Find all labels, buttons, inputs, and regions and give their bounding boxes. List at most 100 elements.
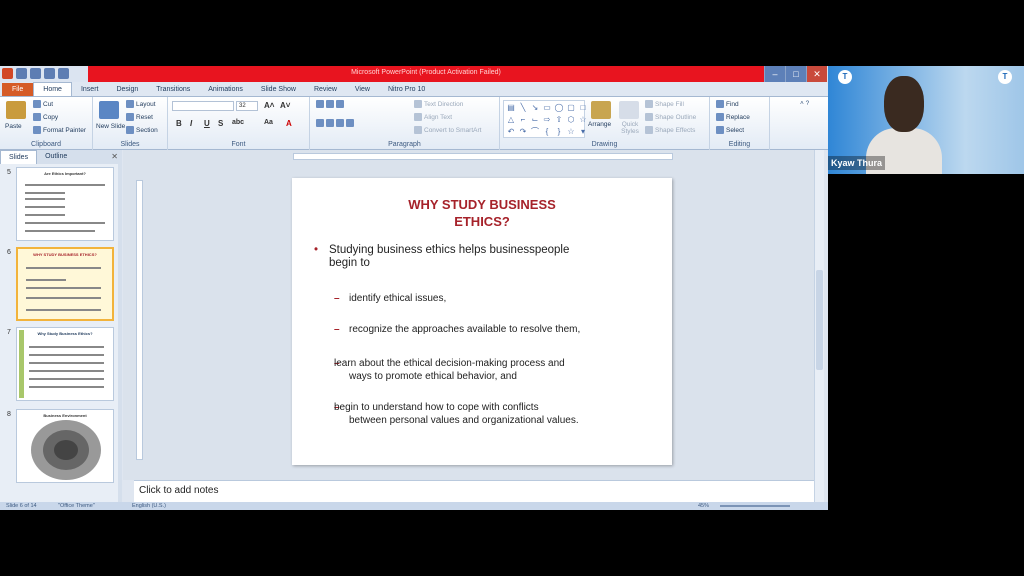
text-line xyxy=(25,222,105,224)
notes-pane[interactable]: Click to add notes xyxy=(134,480,814,502)
shape-fill-label: Shape Fill xyxy=(655,100,684,108)
new-slide-button[interactable]: New Slide xyxy=(96,123,125,130)
connector-shape-icon[interactable]: ⌐ xyxy=(518,115,528,125)
replace-button[interactable]: Replace xyxy=(716,113,750,121)
layout-button[interactable]: Layout xyxy=(126,100,156,108)
ribbon-tabs: File Home Insert Design Transitions Anim… xyxy=(0,82,828,96)
close-pane-icon[interactable]: ✕ xyxy=(111,152,118,161)
slide-title[interactable]: WHY STUDY BUSINESS ETHICS? xyxy=(292,196,672,230)
fill-icon xyxy=(645,100,653,108)
curve-shape-icon[interactable]: ⌒ xyxy=(530,127,540,137)
shadow-button[interactable]: S xyxy=(218,119,223,128)
tab-home[interactable]: Home xyxy=(33,82,72,96)
clipboard-group: Paste Cut Copy Format Painter Clipboard xyxy=(0,97,93,150)
quick-styles-button[interactable]: Quick Styles xyxy=(617,121,643,135)
language[interactable]: English (U.S.) xyxy=(132,502,166,510)
maximize-button[interactable]: □ xyxy=(785,66,806,82)
arrow-shape-icon[interactable]: ⇨ xyxy=(542,115,552,125)
close-button[interactable]: ✕ xyxy=(806,66,827,82)
italic-button[interactable]: I xyxy=(190,119,192,128)
save-icon[interactable] xyxy=(16,68,27,79)
shrink-font-button[interactable]: A˅ xyxy=(280,101,290,110)
shape-fill-button[interactable]: Shape Fill xyxy=(645,100,684,108)
align-text-button[interactable]: Align Text xyxy=(414,113,452,121)
tab-nitro[interactable]: Nitro Pro 10 xyxy=(379,83,434,96)
arrange-icon[interactable] xyxy=(591,101,611,119)
copy-button[interactable]: Copy xyxy=(33,113,58,121)
format-painter-button[interactable]: Format Painter xyxy=(33,126,86,134)
slide-number: 5 xyxy=(7,169,11,176)
grow-font-button[interactable]: A˄ xyxy=(264,101,274,110)
sub-bullet-text: identify ethical issues, xyxy=(349,293,447,304)
curve-shape-icon[interactable]: ↷ xyxy=(518,127,528,137)
underline-button[interactable]: U xyxy=(204,119,210,128)
cut-button[interactable]: Cut xyxy=(33,100,53,108)
zoom-slider[interactable] xyxy=(720,505,790,507)
oval-shape-icon[interactable]: ◯ xyxy=(554,103,564,113)
editor-scrollbar[interactable] xyxy=(814,150,824,502)
ribbon-collapse-icon[interactable]: ˄ ? xyxy=(800,100,809,107)
tab-file[interactable]: File xyxy=(2,83,34,96)
undo-icon[interactable] xyxy=(30,68,41,79)
slides-pane: Slides Outline ✕ 5 Are Ethics Important?… xyxy=(0,150,122,502)
tab-review[interactable]: Review xyxy=(305,83,346,96)
brace-shape-icon[interactable]: } xyxy=(554,127,564,137)
arrow-shape-icon[interactable]: ⇧ xyxy=(554,115,564,125)
shapes-gallery[interactable]: ▤ ╲ ↘ ▭ ◯ ▢ □ △ ⌐ ⌙ ⇨ ⇧ ⬡ ☆ ↶ ↷ ⌒{} ☆ ▾ xyxy=(503,100,588,138)
align-buttons[interactable] xyxy=(316,119,354,127)
shape-outline-button[interactable]: Shape Outline xyxy=(645,113,696,121)
tab-animations[interactable]: Animations xyxy=(199,83,252,96)
paste-button[interactable]: Paste xyxy=(5,123,22,130)
arrange-button[interactable]: Arrange xyxy=(588,121,611,128)
text-direction-button[interactable]: Text Direction xyxy=(414,100,463,108)
more-shapes-icon[interactable]: ▾ xyxy=(578,127,588,137)
font-color-button[interactable]: A xyxy=(286,119,292,128)
tab-slides[interactable]: Slides xyxy=(0,150,38,164)
paragraph-label: Paragraph xyxy=(388,141,421,148)
find-label: Find xyxy=(726,100,739,108)
theme-name: "Office Theme" xyxy=(58,503,95,509)
strikethrough-button[interactable]: abc xyxy=(232,119,244,126)
connector-shape-icon[interactable]: ⌙ xyxy=(530,115,540,125)
paste-icon[interactable] xyxy=(6,101,26,119)
tab-slide-show[interactable]: Slide Show xyxy=(252,83,305,96)
quick-styles-icon[interactable] xyxy=(619,101,639,119)
tab-insert[interactable]: Insert xyxy=(72,83,108,96)
brush-icon xyxy=(33,126,41,134)
rect-shape-icon[interactable]: ▭ xyxy=(542,103,552,113)
star-shape-icon[interactable]: ☆ xyxy=(566,127,576,137)
smartart-button[interactable]: Convert to SmartArt xyxy=(414,126,481,134)
tab-view[interactable]: View xyxy=(346,83,379,96)
tab-outline[interactable]: Outline xyxy=(37,150,75,164)
font-size-combo[interactable]: 32 xyxy=(236,101,258,111)
tab-transitions[interactable]: Transitions xyxy=(147,83,199,96)
reset-button[interactable]: Reset xyxy=(126,113,153,121)
redo-icon[interactable] xyxy=(44,68,55,79)
tab-design[interactable]: Design xyxy=(107,83,147,96)
line-shape-icon[interactable]: ╲ xyxy=(518,103,528,113)
brace-shape-icon[interactable]: { xyxy=(542,127,552,137)
change-case-button[interactable]: Aa xyxy=(264,119,273,126)
open-icon[interactable] xyxy=(58,68,69,79)
triangle-shape-icon[interactable]: △ xyxy=(506,115,516,125)
font-name-combo[interactable] xyxy=(172,101,234,111)
thumbnail-scrollbar[interactable] xyxy=(118,164,122,502)
textbox-shape-icon[interactable]: ▤ xyxy=(506,103,516,113)
select-button[interactable]: Select xyxy=(716,126,744,134)
arrow-shape-icon[interactable]: ↘ xyxy=(530,103,540,113)
section-button[interactable]: Section xyxy=(126,126,158,134)
rect-shape-icon[interactable]: □ xyxy=(578,103,588,113)
scroll-thumb[interactable] xyxy=(816,270,823,370)
cut-label: Cut xyxy=(43,100,54,108)
find-button[interactable]: Find xyxy=(716,100,739,108)
shape-effects-button[interactable]: Shape Effects xyxy=(645,126,695,134)
minimize-button[interactable]: – xyxy=(764,66,785,82)
new-slide-icon[interactable] xyxy=(99,101,119,119)
curve-shape-icon[interactable]: ↶ xyxy=(506,127,516,137)
shape-icon[interactable]: ⬡ xyxy=(566,115,576,125)
bold-button[interactable]: B xyxy=(176,119,182,128)
rounded-rect-shape-icon[interactable]: ▢ xyxy=(566,103,576,113)
shape-icon[interactable]: ☆ xyxy=(578,115,588,125)
bullets-button[interactable] xyxy=(316,100,344,108)
slide-canvas[interactable]: WHY STUDY BUSINESS ETHICS? • Studying bu… xyxy=(292,178,672,465)
